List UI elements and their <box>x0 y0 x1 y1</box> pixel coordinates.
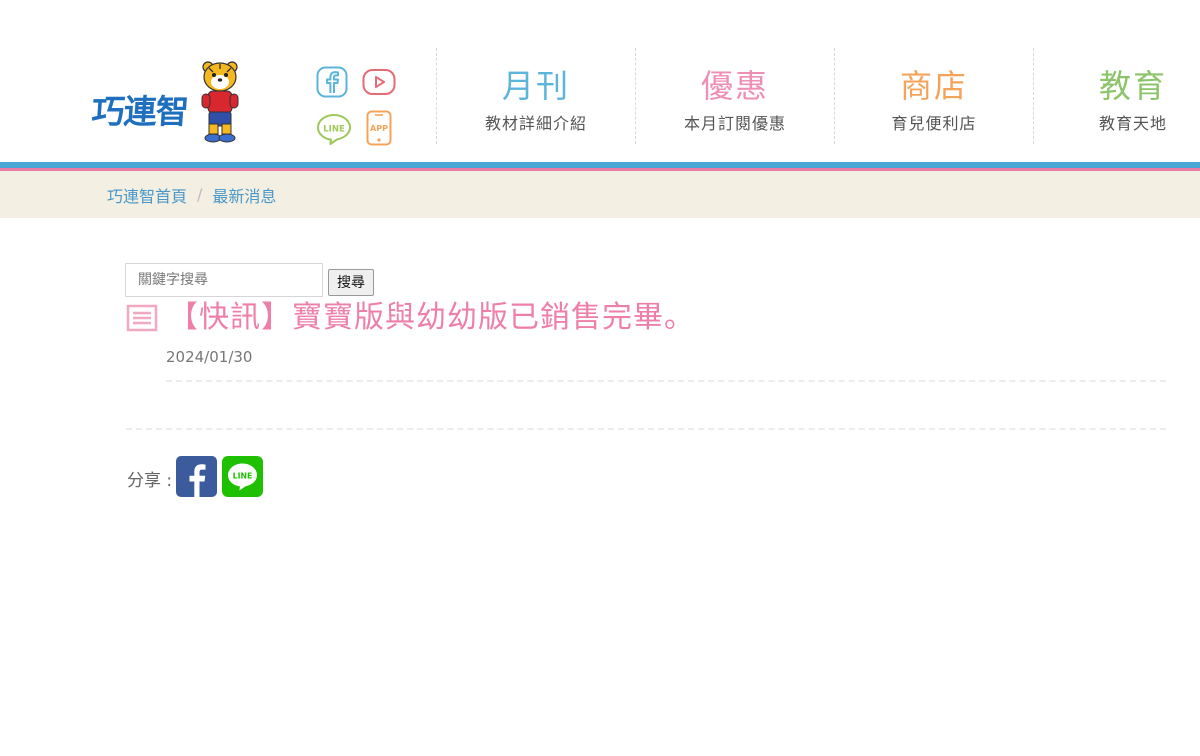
nav-item-shop[interactable]: 商店 育兒便利店 <box>834 48 1033 144</box>
nav-subtitle: 本月訂閱優惠 <box>683 114 786 133</box>
line-share-icon-text: LINE <box>233 472 253 481</box>
app-icon[interactable]: APP <box>366 110 392 150</box>
nav-item-offers[interactable]: 優惠 本月訂閱優惠 <box>635 48 834 144</box>
tiger-mascot-icon <box>201 61 239 143</box>
news-icon <box>126 304 158 332</box>
line-share-icon[interactable]: LINE <box>222 456 264 501</box>
breadcrumb-home-link[interactable]: 巧連智首頁 <box>107 183 187 207</box>
share-label: 分享 : <box>127 471 173 491</box>
facebook-share-icon[interactable] <box>176 456 218 501</box>
youtube-icon[interactable] <box>362 68 396 100</box>
search-input[interactable] <box>125 263 323 297</box>
nav-title: 教育 <box>1098 67 1167 105</box>
search-form: 搜尋 <box>125 263 374 297</box>
nav-subtitle: 育兒便利店 <box>891 114 977 133</box>
search-button[interactable]: 搜尋 <box>328 268 374 296</box>
article-date: 2024/01/30 <box>166 348 253 366</box>
divider <box>126 428 1166 430</box>
divider <box>166 380 1166 382</box>
article-title: 【快訊】寶寶版與幼幼版已銷售完畢。 <box>168 300 695 335</box>
app-icon-text: APP <box>370 124 388 133</box>
share-bar: 分享 : LINE <box>127 456 268 501</box>
line-icon-text: LINE <box>323 125 345 135</box>
nav-item-education[interactable]: 教育 教育天地 <box>1033 48 1200 144</box>
breadcrumb: 巧連智首頁 / 最新消息 <box>0 171 1200 218</box>
site-logo[interactable]: 巧連智 <box>90 60 240 152</box>
nav-title: 月刊 <box>501 67 570 105</box>
facebook-icon[interactable] <box>316 66 348 102</box>
nav-title: 優惠 <box>700 67 769 105</box>
nav-subtitle: 教育天地 <box>1098 114 1167 133</box>
nav-item-monthly[interactable]: 月刊 教材詳細介紹 <box>436 48 635 144</box>
main-nav: 月刊 教材詳細介紹 優惠 本月訂閱優惠 商店 育兒便利店 教育 教育天地 <box>436 48 1200 144</box>
nav-subtitle: 教材詳細介紹 <box>484 114 587 133</box>
article-heading: 【快訊】寶寶版與幼幼版已銷售完畢。 <box>126 296 695 340</box>
line-icon[interactable]: LINE <box>316 112 352 150</box>
logo-text: 巧連智 <box>90 92 190 131</box>
site-header: 巧連智 LINE APP 月刊 教材詳細介紹 優惠 本月訂閱優惠 商店 育兒便利… <box>0 0 1200 162</box>
breadcrumb-current-link[interactable]: 最新消息 <box>212 183 276 207</box>
breadcrumb-separator: / <box>197 185 203 204</box>
nav-title: 商店 <box>899 67 968 105</box>
social-links: LINE APP <box>316 66 400 148</box>
